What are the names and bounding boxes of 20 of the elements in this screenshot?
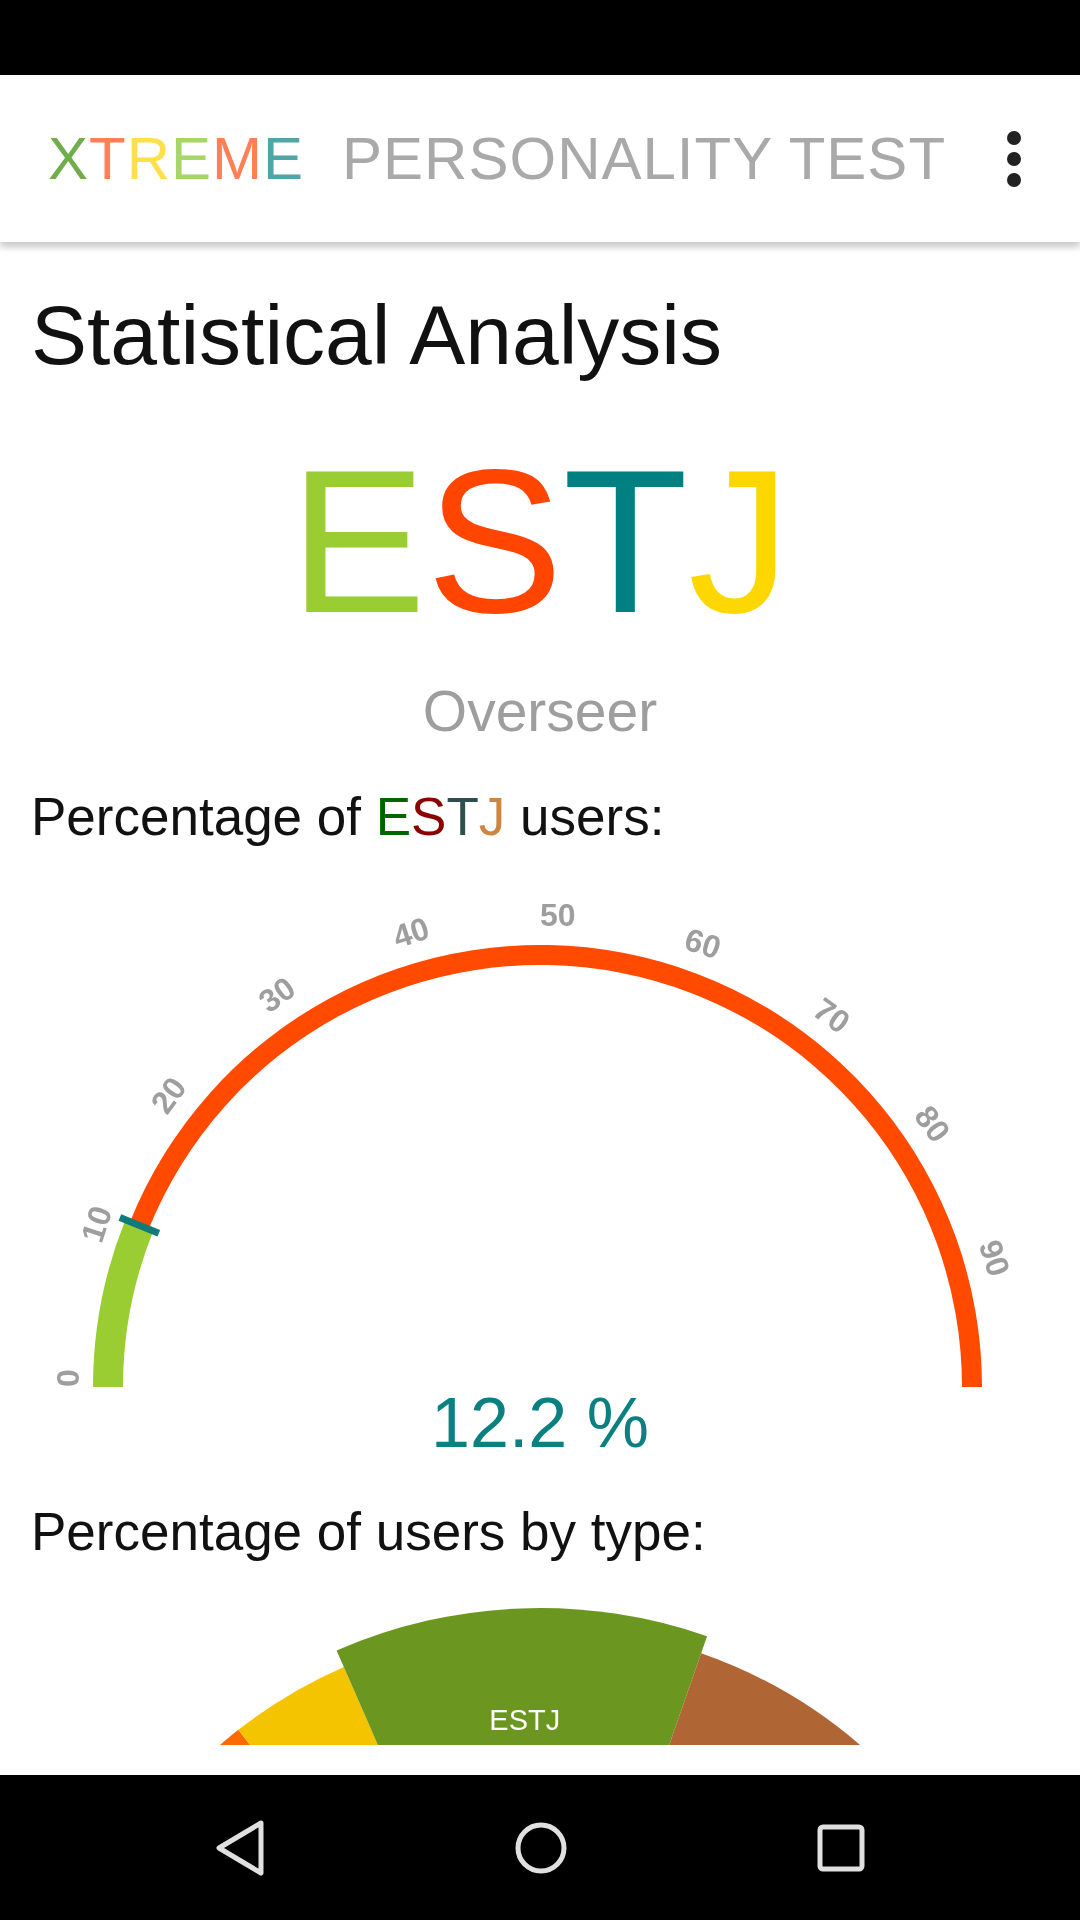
gauge-scale-label: 20 xyxy=(143,1070,194,1121)
app-title: PERSONALITY TEST xyxy=(342,128,947,189)
personality-type-code: ESTJ xyxy=(289,438,791,643)
slice-label: ESTJ xyxy=(489,1704,561,1737)
back-icon[interactable] xyxy=(215,1819,265,1876)
gauge-scale-label: 30 xyxy=(252,969,302,1020)
personality-type-name: Overseer xyxy=(422,683,658,740)
gauge-scale-label: 90 xyxy=(971,1235,1017,1281)
gauge-scale-label: 70 xyxy=(806,990,857,1041)
app-logo: XTREME xyxy=(48,128,305,189)
more-options-icon[interactable] xyxy=(1007,130,1021,187)
gauge-scale-label: 10 xyxy=(74,1201,120,1247)
gauge-scale-label: 60 xyxy=(680,921,726,967)
home-icon[interactable] xyxy=(515,1821,567,1874)
gauge-reading: 12.2 % xyxy=(431,1388,649,1458)
gauge-scale-label: 80 xyxy=(907,1099,958,1149)
gauge-scale-label: 50 xyxy=(540,897,576,933)
recents-icon[interactable] xyxy=(817,1823,865,1872)
gauge-scale-label: 40 xyxy=(388,910,434,956)
gauge-scale-label: 0 xyxy=(50,1369,86,1387)
